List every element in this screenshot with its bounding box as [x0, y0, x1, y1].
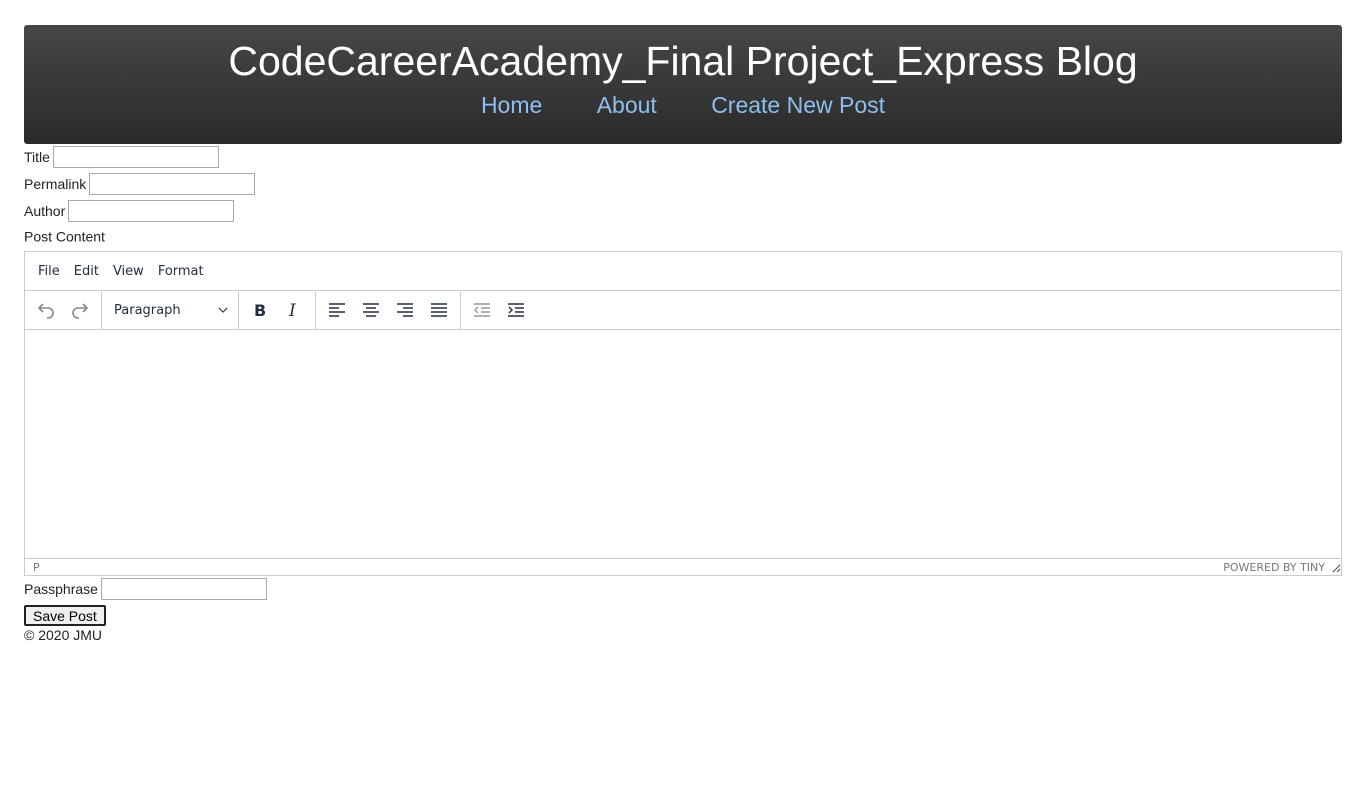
editor-statusbar: P POWERED BY TINY	[25, 559, 1341, 576]
align-right-button[interactable]	[388, 295, 422, 325]
menu-view[interactable]: View	[106, 264, 151, 279]
footer-copyright: © 2020 JMU	[24, 627, 103, 643]
rich-text-editor: File Edit View Format Paragraph B I P PO…	[24, 251, 1342, 576]
resize-handle-icon[interactable]	[1331, 563, 1341, 573]
undo-button[interactable]	[29, 295, 63, 325]
passphrase-row: Passphrase	[24, 578, 267, 600]
menu-format[interactable]: Format	[151, 264, 211, 279]
editor-menubar: File Edit View Format	[25, 252, 1341, 291]
block-format-select[interactable]: Paragraph	[106, 295, 234, 325]
redo-button[interactable]	[63, 295, 97, 325]
passphrase-label: Passphrase	[24, 581, 98, 597]
align-right-icon	[397, 303, 413, 317]
menu-edit[interactable]: Edit	[67, 264, 106, 279]
editor-content-area[interactable]	[25, 330, 1341, 559]
align-center-button[interactable]	[354, 295, 388, 325]
justify-button[interactable]	[422, 295, 456, 325]
title-label: Title	[24, 149, 50, 165]
author-label: Author	[24, 203, 66, 219]
editor-toolbar: Paragraph B I	[25, 291, 1341, 330]
main-nav: Home About Create New Post	[24, 91, 1342, 119]
alignment-group	[316, 291, 461, 329]
indent-icon	[508, 303, 524, 317]
italic-button[interactable]: I	[277, 295, 311, 325]
save-post-button[interactable]: Save Post	[24, 605, 106, 626]
align-center-icon	[363, 303, 379, 317]
svg-text:I: I	[288, 301, 296, 320]
outdent-button[interactable]	[465, 295, 499, 325]
element-path[interactable]: P	[33, 561, 40, 574]
nav-home-link[interactable]: Home	[481, 92, 542, 118]
justify-icon	[431, 303, 447, 317]
site-header: CodeCareerAcademy_Final Project_Express …	[24, 25, 1342, 144]
author-row: Author	[24, 200, 235, 222]
post-content-label: Post Content	[24, 228, 105, 245]
passphrase-input[interactable]	[100, 578, 267, 600]
outdent-icon	[474, 303, 490, 317]
indent-button[interactable]	[499, 295, 533, 325]
text-style-group: B I	[239, 291, 316, 329]
align-left-icon	[329, 303, 345, 317]
title-row: Title	[24, 146, 219, 168]
statusbar-right: POWERED BY TINY	[1223, 561, 1341, 574]
nav-about-link[interactable]: About	[597, 92, 657, 118]
bold-icon: B	[254, 301, 266, 320]
svg-text:B: B	[254, 301, 266, 320]
title-input[interactable]	[52, 146, 219, 168]
block-format-value: Paragraph	[114, 302, 181, 318]
align-left-button[interactable]	[320, 295, 354, 325]
permalink-input[interactable]	[89, 173, 256, 195]
history-group	[25, 291, 102, 329]
indent-group	[461, 291, 537, 329]
nav-create-post-link[interactable]: Create New Post	[711, 92, 885, 118]
permalink-label: Permalink	[24, 176, 87, 192]
undo-icon	[37, 303, 54, 319]
post-content-row: Post Content	[24, 227, 105, 244]
bold-button[interactable]: B	[243, 295, 277, 325]
site-title: CodeCareerAcademy_Final Project_Express …	[228, 38, 1138, 84]
author-input[interactable]	[68, 200, 235, 222]
menu-file[interactable]: File	[31, 264, 67, 279]
chevron-down-icon	[218, 307, 228, 313]
redo-icon	[72, 303, 89, 319]
italic-icon: I	[288, 301, 296, 320]
permalink-row: Permalink	[24, 173, 256, 195]
block-format-group: Paragraph	[102, 291, 239, 329]
powered-by-tiny-link[interactable]: POWERED BY TINY	[1223, 561, 1325, 574]
